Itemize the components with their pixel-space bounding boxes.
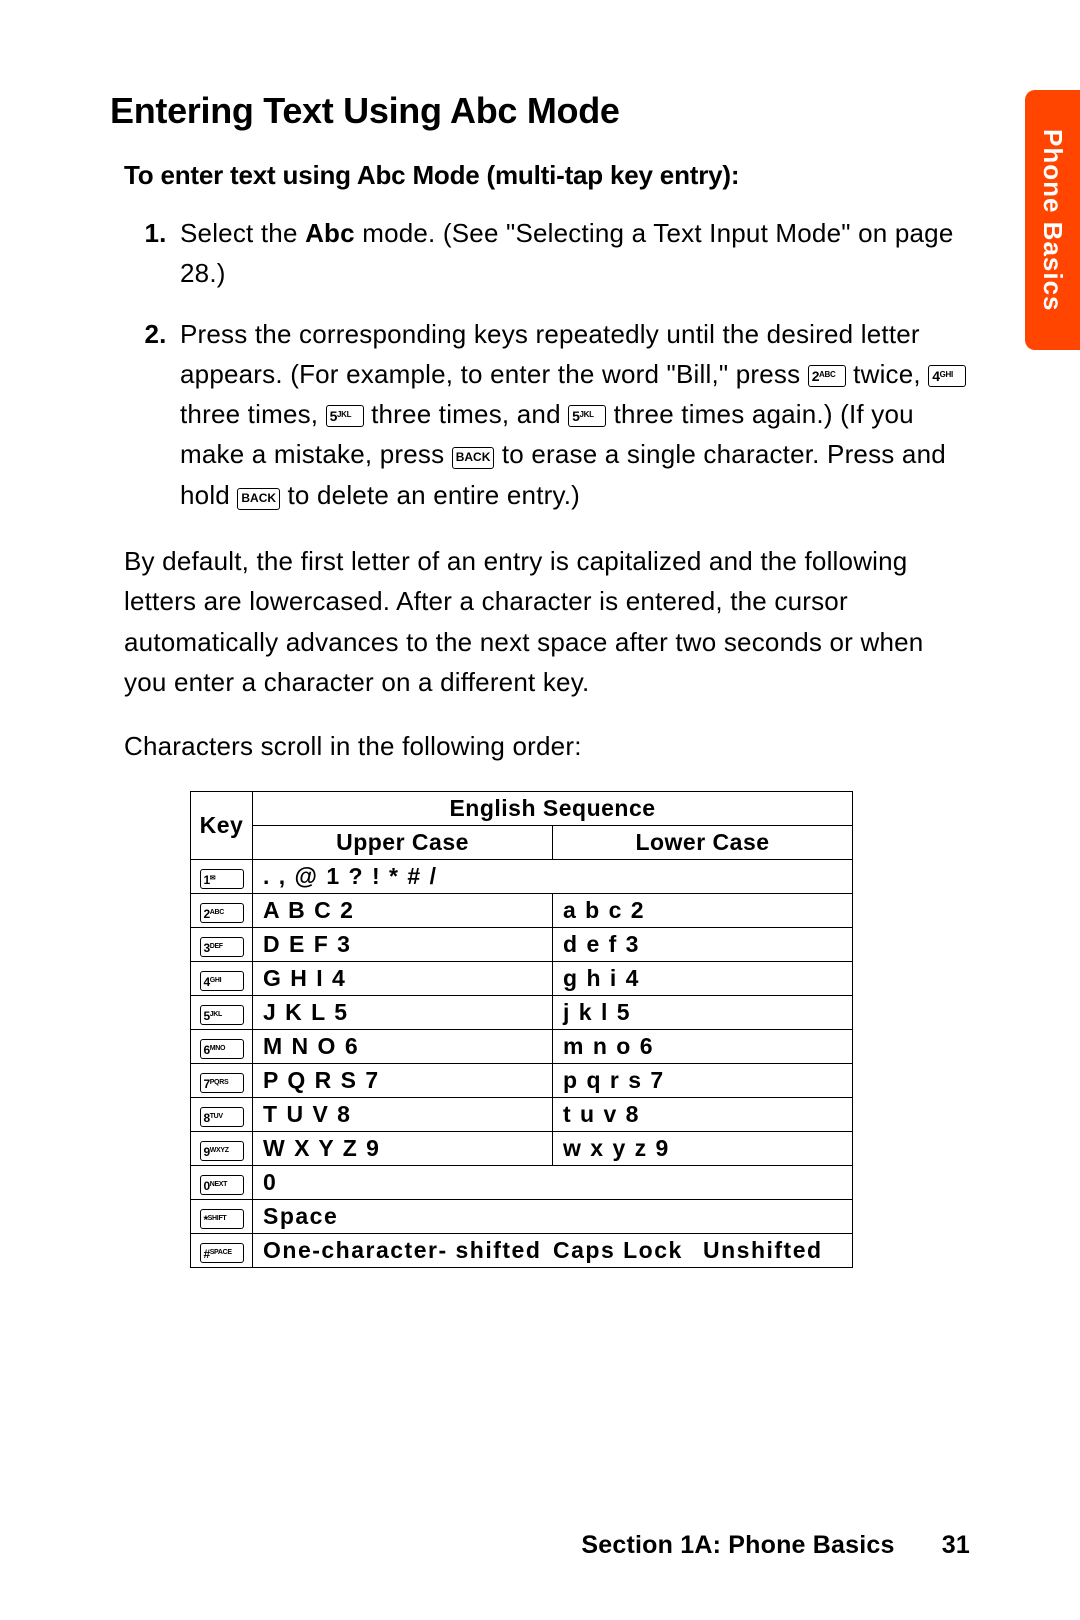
step2-text-c: three times, [180, 399, 326, 429]
key-cell: 5JKL [191, 995, 253, 1029]
key-cell: 4GHI [191, 961, 253, 995]
keypad-key-icon: *SHIFT [200, 1209, 244, 1229]
lower-case-cell: w x y z 9 [553, 1131, 853, 1165]
th-upper-case: Upper Case [253, 825, 553, 859]
table-row: 8TUV T U V 8t u v 8 [191, 1097, 853, 1131]
key-5jkl-icon: 5JKL [326, 405, 364, 427]
table-row: 0NEXT 0 [191, 1165, 853, 1199]
key-back-icon-2: BACK [237, 488, 280, 510]
keypad-key-icon: 7PQRS [200, 1073, 244, 1093]
step2-text-g: to delete an entire entry.) [288, 480, 581, 510]
key-cell: 7PQRS [191, 1063, 253, 1097]
key-4ghi-icon: 4GHI [928, 365, 966, 387]
step1-bold: Abc [305, 218, 355, 248]
paragraph-scroll-order: Characters scroll in the following order… [124, 726, 970, 766]
sequence-cell-full: 0 [253, 1165, 853, 1199]
table-row: *SHIFT Space [191, 1199, 853, 1233]
upper-case-cell: D E F 3 [253, 927, 553, 961]
step-2: Press the corresponding keys repeatedly … [174, 314, 970, 515]
key-cell: *SHIFT [191, 1199, 253, 1233]
key-2abc-icon: 2ABC [808, 365, 846, 387]
lower-case-cell: t u v 8 [553, 1097, 853, 1131]
lower-case-cell: g h i 4 [553, 961, 853, 995]
sequence-cell: One-character- shiftedCaps LockUnshifted [253, 1233, 853, 1267]
page-title: Entering Text Using Abc Mode [110, 90, 970, 132]
keypad-key-icon: 9WXYZ [200, 1141, 244, 1161]
footer-page-number: 31 [942, 1531, 970, 1559]
keypad-key-icon: 5JKL [200, 1005, 244, 1025]
upper-case-cell: T U V 8 [253, 1097, 553, 1131]
key-5jkl-icon-2: 5JKL [568, 405, 606, 427]
keypad-key-icon: 8TUV [200, 1107, 244, 1127]
key-cell: 6MNO [191, 1029, 253, 1063]
paragraph-default-behavior: By default, the first letter of an entry… [124, 541, 970, 702]
key-cell: 1✉ [191, 859, 253, 893]
step-1: Select the Abc mode. (See "Selecting a T… [174, 213, 970, 294]
upper-case-cell: J K L 5 [253, 995, 553, 1029]
page-content: Entering Text Using Abc Mode To enter te… [0, 0, 1080, 1328]
keypad-key-icon: 2ABC [200, 903, 244, 923]
upper-case-cell: G H I 4 [253, 961, 553, 995]
steps-list: Select the Abc mode. (See "Selecting a T… [124, 213, 970, 515]
step2-text-d: three times, and [371, 399, 568, 429]
lower-case-cell: j k l 5 [553, 995, 853, 1029]
keypad-key-icon: 3DEF [200, 937, 244, 957]
table-row: 6MNO M N O 6m n o 6 [191, 1029, 853, 1063]
footer-section: Section 1A: Phone Basics [581, 1531, 894, 1559]
keypad-key-icon: 4GHI [200, 971, 244, 991]
sequence-cell-full: Space [253, 1199, 853, 1233]
lower-case-cell: a b c 2 [553, 893, 853, 927]
table-row: 1✉ . , @ 1 ? ! * # / [191, 859, 853, 893]
subheading: To enter text using Abc Mode (multi-tap … [124, 160, 970, 191]
keypad-key-icon: #SPACE [200, 1243, 244, 1263]
character-sequence-table: Key English Sequence Upper Case Lower Ca… [190, 791, 853, 1268]
keypad-key-icon: 1✉ [200, 869, 244, 889]
key-back-icon: BACK [452, 447, 495, 469]
th-english-sequence: English Sequence [253, 791, 853, 825]
lower-case-cell: d e f 3 [553, 927, 853, 961]
sequence-cell-full: . , @ 1 ? ! * # / [253, 859, 853, 893]
table-row: #SPACE One-character- shiftedCaps LockUns… [191, 1233, 853, 1267]
step1-text-a: Select the [180, 218, 305, 248]
key-cell: 9WXYZ [191, 1131, 253, 1165]
lower-case-cell: p q r s 7 [553, 1063, 853, 1097]
upper-case-cell: M N O 6 [253, 1029, 553, 1063]
key-cell: 0NEXT [191, 1165, 253, 1199]
table-row: 3DEF D E F 3d e f 3 [191, 927, 853, 961]
table-row: 5JKL J K L 5j k l 5 [191, 995, 853, 1029]
upper-case-cell: P Q R S 7 [253, 1063, 553, 1097]
keypad-key-icon: 0NEXT [200, 1175, 244, 1195]
th-lower-case: Lower Case [553, 825, 853, 859]
table-row: 4GHI G H I 4g h i 4 [191, 961, 853, 995]
table-row: 9WXYZ W X Y Z 9w x y z 9 [191, 1131, 853, 1165]
lower-case-cell: m n o 6 [553, 1029, 853, 1063]
keypad-key-icon: 6MNO [200, 1039, 244, 1059]
th-key: Key [191, 791, 253, 859]
table-row: 7PQRS P Q R S 7p q r s 7 [191, 1063, 853, 1097]
page-footer: Section 1A: Phone Basics 31 [581, 1531, 970, 1560]
key-cell: #SPACE [191, 1233, 253, 1267]
upper-case-cell: W X Y Z 9 [253, 1131, 553, 1165]
key-cell: 8TUV [191, 1097, 253, 1131]
key-cell: 3DEF [191, 927, 253, 961]
key-cell: 2ABC [191, 893, 253, 927]
upper-case-cell: A B C 2 [253, 893, 553, 927]
table-row: 2ABC A B C 2a b c 2 [191, 893, 853, 927]
step2-text-b: twice, [853, 359, 928, 389]
